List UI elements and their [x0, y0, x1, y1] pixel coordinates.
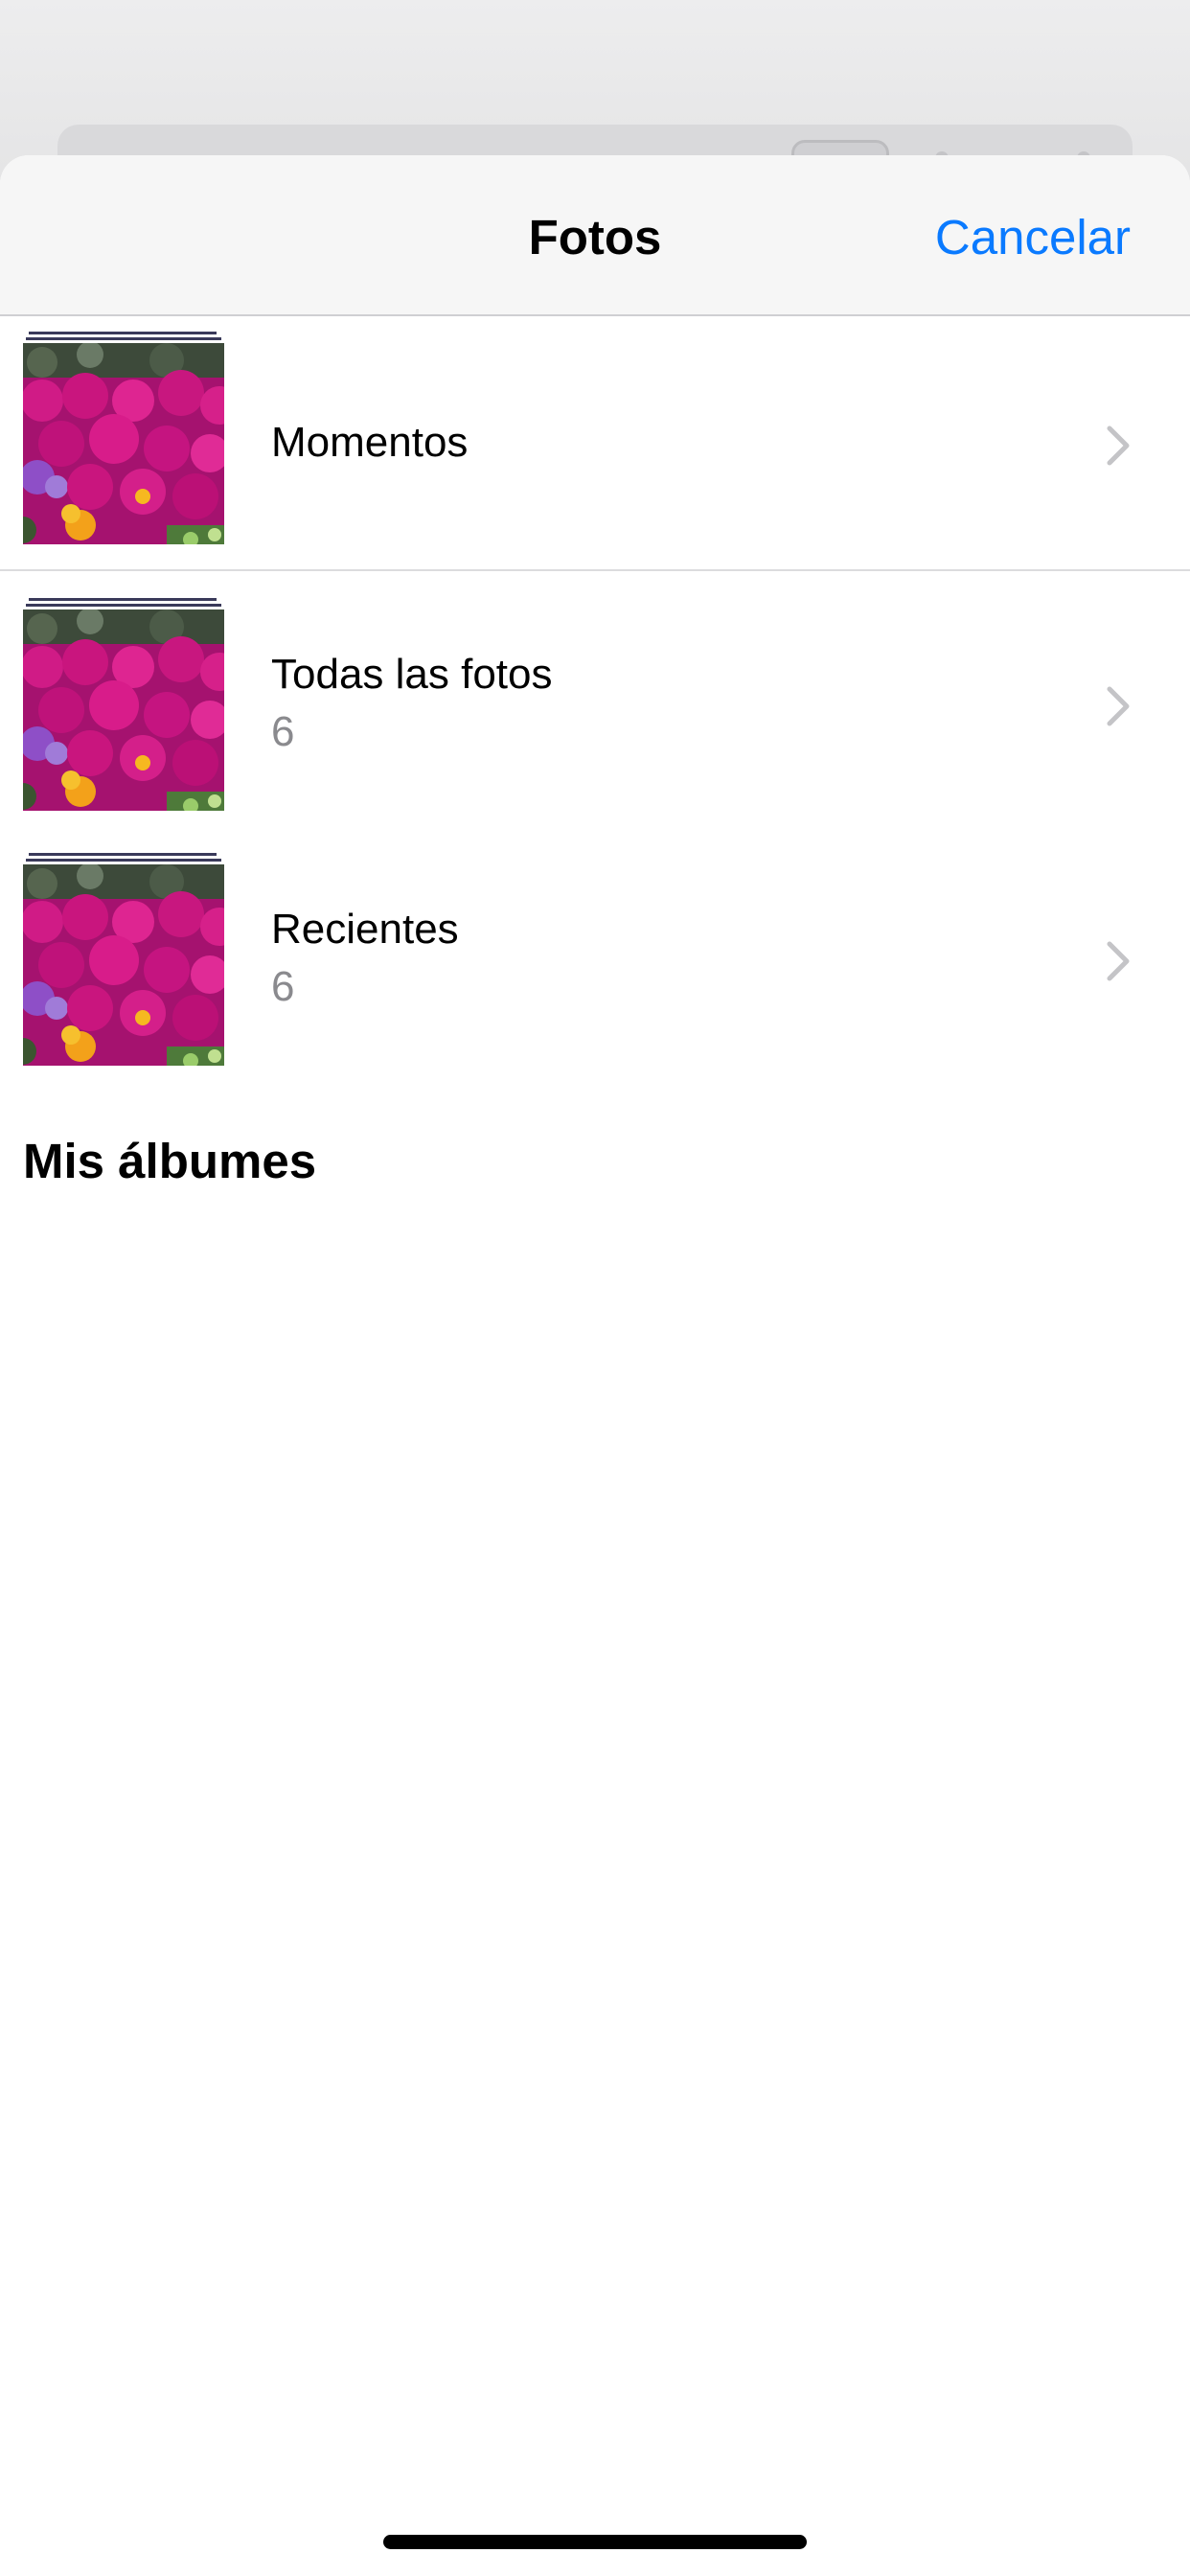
flower-photo-thumbnail [23, 343, 224, 544]
thumbnail-stack-edge [29, 598, 217, 601]
flower-photo-thumbnail [23, 864, 224, 1066]
thumbnail-stack-edge [29, 332, 217, 334]
photo-picker-sheet: Fotos Cancelar Momentos Todas las fotos … [0, 155, 1190, 2576]
album-row-momentos[interactable]: Momentos [0, 316, 1190, 571]
album-row-recientes[interactable]: Recientes 6 [0, 826, 1190, 1081]
home-indicator[interactable] [383, 2535, 807, 2549]
thumbnail-stack-edge [26, 337, 221, 340]
cancel-button[interactable]: Cancelar [935, 209, 1131, 266]
album-thumbnail [23, 598, 224, 811]
thumbnail-stack-edge [26, 604, 221, 607]
flower-photo-thumbnail [23, 610, 224, 811]
navigation-bar: Fotos Cancelar [0, 155, 1190, 316]
thumbnail-stack-edge [29, 853, 217, 856]
chevron-right-icon [1107, 686, 1130, 726]
album-count: 6 [271, 963, 295, 1010]
album-title: Recientes [271, 906, 459, 953]
album-row-todas-las-fotos[interactable]: Todas las fotos 6 [0, 571, 1190, 826]
thumbnail-stack-edge [26, 859, 221, 862]
album-thumbnail [23, 332, 224, 544]
album-thumbnail [23, 853, 224, 1066]
section-title-my-albums: Mis álbumes [23, 1134, 317, 1188]
album-title: Todas las fotos [271, 651, 553, 698]
chevron-right-icon [1107, 426, 1130, 466]
album-count: 6 [271, 708, 295, 755]
chevron-right-icon [1107, 941, 1130, 981]
album-title: Momentos [271, 419, 469, 466]
